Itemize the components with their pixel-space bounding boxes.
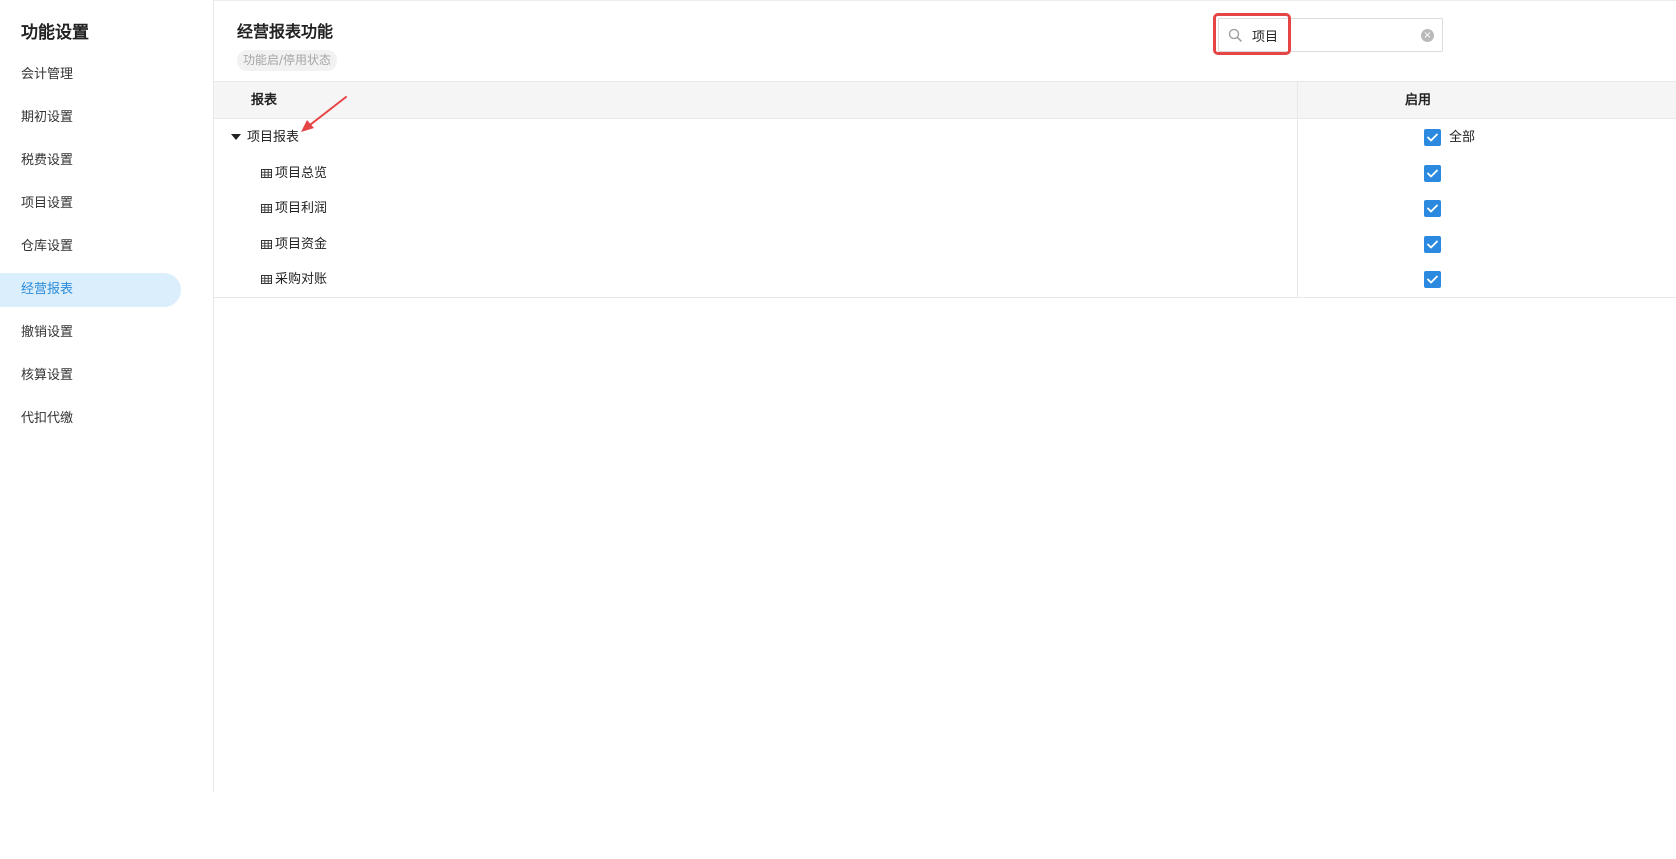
table-icon: [261, 204, 272, 213]
row-label: 项目利润: [275, 201, 328, 216]
search-input[interactable]: [1252, 25, 1402, 45]
group-label: 项目报表: [247, 130, 300, 145]
caret-down-icon[interactable]: [231, 134, 241, 140]
checkbox-project-funds[interactable]: [1424, 236, 1441, 253]
search-box[interactable]: ×: [1218, 18, 1443, 52]
table-row: 项目资金: [214, 227, 1676, 262]
sidebar-item-calculation[interactable]: 核算设置: [0, 359, 181, 393]
sidebar-item-accounting[interactable]: 会计管理: [0, 58, 181, 92]
main-content: 经营报表功能 功能启/停用状态 × 报表 启用 项目报表: [214, 0, 1676, 792]
column-header-enable: 启用: [1405, 93, 1432, 108]
table-icon: [261, 275, 272, 284]
sidebar-item-opening[interactable]: 期初设置: [0, 101, 181, 135]
checkbox-project-overview[interactable]: [1424, 165, 1441, 182]
row-label: 项目总览: [275, 166, 328, 181]
check-icon: [1427, 275, 1438, 284]
sidebar-item-revoke[interactable]: 撤销设置: [0, 316, 181, 350]
sidebar-title: 功能设置: [21, 23, 89, 43]
check-icon: [1427, 133, 1438, 142]
table-icon: [261, 240, 272, 249]
search-icon: [1228, 28, 1242, 42]
table-row-group: 项目报表 全部: [214, 120, 1676, 155]
table-row: 项目利润: [214, 191, 1676, 226]
reports-table: 报表 启用 项目报表 全部 项目总览 项目利润 项目资金 采购对账: [214, 81, 1676, 298]
column-divider: [1297, 81, 1298, 297]
sidebar-item-warehouse[interactable]: 仓库设置: [0, 230, 181, 264]
app-window: 功能设置 会计管理 期初设置 税费设置 项目设置 仓库设置 经营报表 撤销设置 …: [0, 0, 1676, 859]
page-title: 经营报表功能: [237, 22, 334, 41]
sidebar-item-withholding[interactable]: 代扣代缴: [0, 402, 181, 436]
sidebar-item-tax[interactable]: 税费设置: [0, 144, 181, 178]
check-icon: [1427, 169, 1438, 178]
checkbox-all[interactable]: [1424, 129, 1441, 146]
check-icon: [1427, 204, 1438, 213]
status-badge: 功能启/停用状态: [237, 50, 338, 71]
column-header-report: 报表: [251, 93, 278, 108]
sidebar-menu: 会计管理 期初设置 税费设置 项目设置 仓库设置 经营报表 撤销设置 核算设置 …: [0, 58, 213, 445]
table-icon: [261, 169, 272, 178]
checkbox-purchase-reconciliation[interactable]: [1424, 271, 1441, 288]
table-row: 采购对账: [214, 262, 1676, 297]
top-divider: [214, 0, 1676, 1]
table-row: 项目总览: [214, 156, 1676, 191]
checkbox-project-profit[interactable]: [1424, 200, 1441, 217]
table-header: 报表 启用: [214, 81, 1676, 119]
check-icon: [1427, 240, 1438, 249]
table-body: 项目报表 全部 项目总览 项目利润 项目资金 采购对账: [214, 119, 1676, 298]
sidebar-item-project[interactable]: 项目设置: [0, 187, 181, 221]
all-label: 全部: [1449, 130, 1476, 145]
sidebar: 功能设置 会计管理 期初设置 税费设置 项目设置 仓库设置 经营报表 撤销设置 …: [0, 0, 214, 792]
clear-icon[interactable]: ×: [1421, 29, 1434, 42]
row-label: 项目资金: [275, 237, 328, 252]
row-label: 采购对账: [275, 272, 328, 287]
sidebar-item-business-reports[interactable]: 经营报表: [0, 273, 181, 307]
